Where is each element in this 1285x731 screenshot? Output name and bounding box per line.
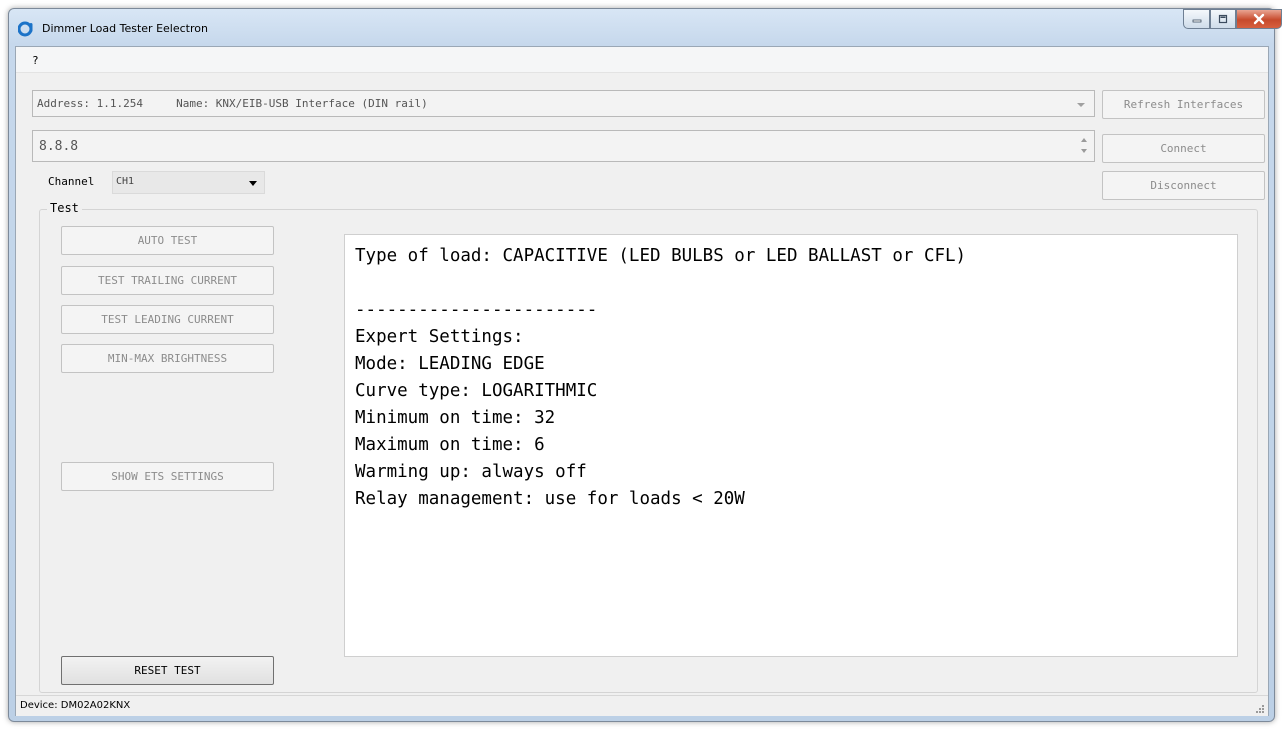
- close-button[interactable]: [1236, 9, 1282, 29]
- output-line: Relay management: use for loads < 20W: [355, 489, 745, 509]
- spin-up-icon[interactable]: [1079, 136, 1089, 144]
- output-line: Expert Settings:: [355, 327, 524, 347]
- address-input-value: 8.8.8: [39, 139, 79, 154]
- title-bar[interactable]: Dimmer Load Tester Eelectron: [9, 9, 1282, 46]
- device-status: Device: DM02A02KNX: [20, 700, 131, 711]
- channel-label: Channel: [48, 175, 95, 188]
- minimize-button[interactable]: [1183, 9, 1210, 29]
- interface-select-value: Address: 1.1.254 Name: KNX/EIB-USB Inter…: [37, 97, 428, 110]
- chevron-down-icon: [249, 181, 257, 186]
- show-ets-settings-button[interactable]: SHOW ETS SETTINGS: [61, 462, 274, 491]
- test-trailing-current-button[interactable]: TEST TRAILING CURRENT: [61, 266, 274, 295]
- channel-select-value: CH1: [116, 176, 135, 187]
- spin-down-icon[interactable]: [1079, 147, 1089, 155]
- output-line: Type of load: CAPACITIVE (LED BULBS or L…: [355, 246, 967, 266]
- refresh-interfaces-button[interactable]: Refresh Interfaces: [1102, 90, 1265, 119]
- test-output-text: Type of load: CAPACITIVE (LED BULBS or L…: [344, 234, 1238, 657]
- menu-bar: ?: [16, 47, 1268, 73]
- output-line: Curve type: LOGARITHMIC: [355, 381, 598, 401]
- app-window: Dimmer Load Tester Eelectron ? Address: …: [8, 8, 1282, 722]
- output-line: -----------------------: [355, 300, 598, 320]
- test-group-label: Test: [47, 201, 82, 215]
- maximize-button[interactable]: [1210, 9, 1236, 29]
- output-line: Minimum on time: 32: [355, 408, 556, 428]
- test-leading-current-button[interactable]: TEST LEADING CURRENT: [61, 305, 274, 334]
- disconnect-button[interactable]: Disconnect: [1102, 171, 1265, 200]
- output-line: Warming up: always off: [355, 462, 587, 482]
- connect-button[interactable]: Connect: [1102, 134, 1265, 163]
- reset-test-button[interactable]: RESET TEST: [61, 656, 274, 685]
- interface-select[interactable]: Address: 1.1.254 Name: KNX/EIB-USB Inter…: [32, 90, 1095, 117]
- window-title: Dimmer Load Tester Eelectron: [42, 22, 208, 35]
- address-spinner[interactable]: [1076, 134, 1092, 158]
- client-area: ? Address: 1.1.254 Name: KNX/EIB-USB Int…: [15, 46, 1269, 716]
- menu-help[interactable]: ?: [32, 54, 39, 67]
- status-bar: Device: DM02A02KNX: [16, 695, 1268, 716]
- address-input[interactable]: 8.8.8: [32, 130, 1095, 162]
- min-max-brightness-button[interactable]: MIN-MAX BRIGHTNESS: [61, 344, 274, 373]
- channel-select[interactable]: CH1: [112, 171, 265, 194]
- resize-grip-icon[interactable]: [1255, 704, 1265, 714]
- output-line: Mode: LEADING EDGE: [355, 354, 545, 374]
- output-line: Maximum on time: 6: [355, 435, 545, 455]
- maximize-icon: [1218, 14, 1228, 24]
- app-logo-icon: [18, 21, 33, 37]
- minimize-icon: [1192, 19, 1201, 23]
- auto-test-button[interactable]: AUTO TEST: [61, 226, 274, 255]
- close-icon: [1253, 13, 1265, 25]
- chevron-down-icon: [1077, 103, 1085, 107]
